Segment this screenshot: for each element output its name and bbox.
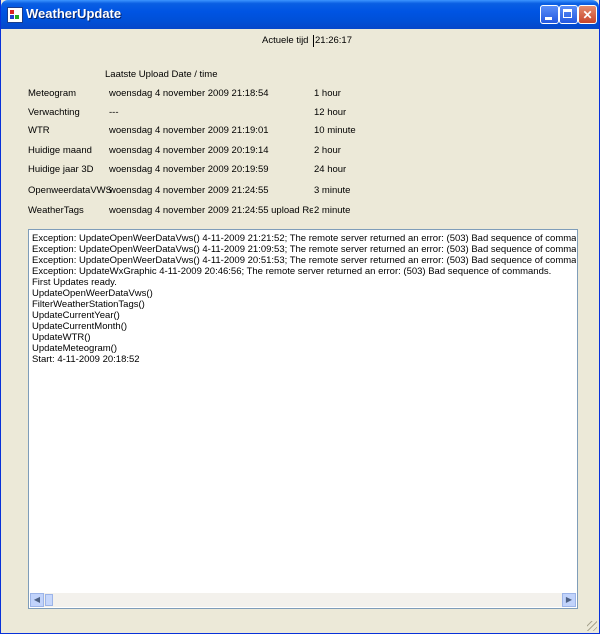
row-weathertags-interval: 2 minute	[314, 205, 351, 216]
title-bar[interactable]: WeatherUpdate ✕	[1, 0, 599, 29]
weatherupdate-window: WeatherUpdate ✕ Actuele tijd 21:26:17 La…	[0, 0, 600, 634]
row-openweerdatavws-datetime: woensdag 4 november 2009 21:24:55	[109, 185, 269, 196]
row-huidige-maand-datetime: woensdag 4 november 2009 20:19:14	[109, 145, 269, 156]
row-wtr-datetime: woensdag 4 november 2009 21:19:01	[109, 125, 269, 136]
log-line: First Updates ready.	[32, 277, 117, 288]
log-line: FilterWeatherStationTags()	[32, 299, 145, 310]
log-line: UpdateCurrentMonth()	[32, 321, 128, 332]
app-icon[interactable]	[7, 7, 23, 23]
minimize-icon	[545, 17, 552, 20]
log-line: UpdateWTR()	[32, 332, 91, 343]
log-line: Exception: UpdateOpenWeerDataVws() 4-11-…	[32, 233, 576, 244]
log-textarea[interactable]: Exception: UpdateOpenWeerDataVws() 4-11-…	[28, 229, 578, 609]
row-verwachting-name: Verwachting	[28, 107, 80, 118]
horizontal-scrollbar[interactable]: ◀ ▶	[30, 593, 576, 607]
row-wtr-name: WTR	[28, 125, 50, 136]
maximize-button[interactable]	[559, 5, 578, 24]
maximize-icon	[563, 9, 572, 18]
scroll-left-button[interactable]: ◀	[30, 593, 44, 607]
log-line: Exception: UpdateOpenWeerDataVws() 4-11-…	[32, 255, 576, 266]
row-huidige-jaar-3d-name: Huidige jaar 3D	[28, 164, 94, 175]
log-lines: Exception: UpdateOpenWeerDataVws() 4-11-…	[32, 233, 576, 365]
log-line: Start: 4-11-2009 20:18:52	[32, 354, 140, 365]
upload-header: Laatste Upload Date / time	[105, 69, 218, 80]
row-huidige-maand-name: Huidige maand	[28, 145, 92, 156]
row-weathertags-datetime: woensdag 4 november 2009 21:24:55 upload…	[109, 205, 313, 216]
minimize-button[interactable]	[540, 5, 559, 24]
row-huidige-maand-interval: 2 hour	[314, 145, 341, 156]
row-verwachting-interval: 12 hour	[314, 107, 347, 118]
current-time-value: 21:26:17	[313, 35, 375, 47]
log-line: UpdateMeteogram()	[32, 343, 118, 354]
log-line: Exception: UpdateWxGraphic 4-11-2009 20:…	[32, 266, 552, 277]
scroll-left-icon: ◀	[33, 595, 41, 604]
window-title: WeatherUpdate	[26, 6, 122, 21]
current-time-label: Actuele tijd	[262, 35, 309, 46]
row-meteogram-interval: 1 hour	[314, 88, 341, 99]
scrollbar-thumb[interactable]	[45, 594, 53, 606]
log-line: Exception: UpdateOpenWeerDataVws() 4-11-…	[32, 244, 576, 255]
row-meteogram-datetime: woensdag 4 november 2009 21:18:54	[109, 88, 269, 99]
row-huidige-jaar-3d-interval: 24 hour	[314, 164, 347, 175]
log-line: UpdateOpenWeerDataVws()	[32, 288, 153, 299]
resize-grip-icon[interactable]	[587, 621, 597, 631]
row-verwachting-datetime: ---	[109, 107, 119, 118]
row-openweerdatavws-name: OpenweerdataVWS	[28, 185, 112, 196]
scroll-right-icon: ▶	[565, 595, 573, 604]
row-meteogram-name: Meteogram	[28, 88, 77, 99]
row-wtr-interval: 10 minute	[314, 125, 356, 136]
scroll-right-button[interactable]: ▶	[562, 593, 576, 607]
log-line: UpdateCurrentYear()	[32, 310, 120, 321]
row-huidige-jaar-3d-datetime: woensdag 4 november 2009 20:19:59	[109, 164, 269, 175]
close-button[interactable]: ✕	[578, 5, 597, 24]
close-icon: ✕	[582, 8, 593, 22]
row-openweerdatavws-interval: 3 minute	[314, 185, 351, 196]
row-weathertags-name: WeatherTags	[28, 205, 84, 216]
